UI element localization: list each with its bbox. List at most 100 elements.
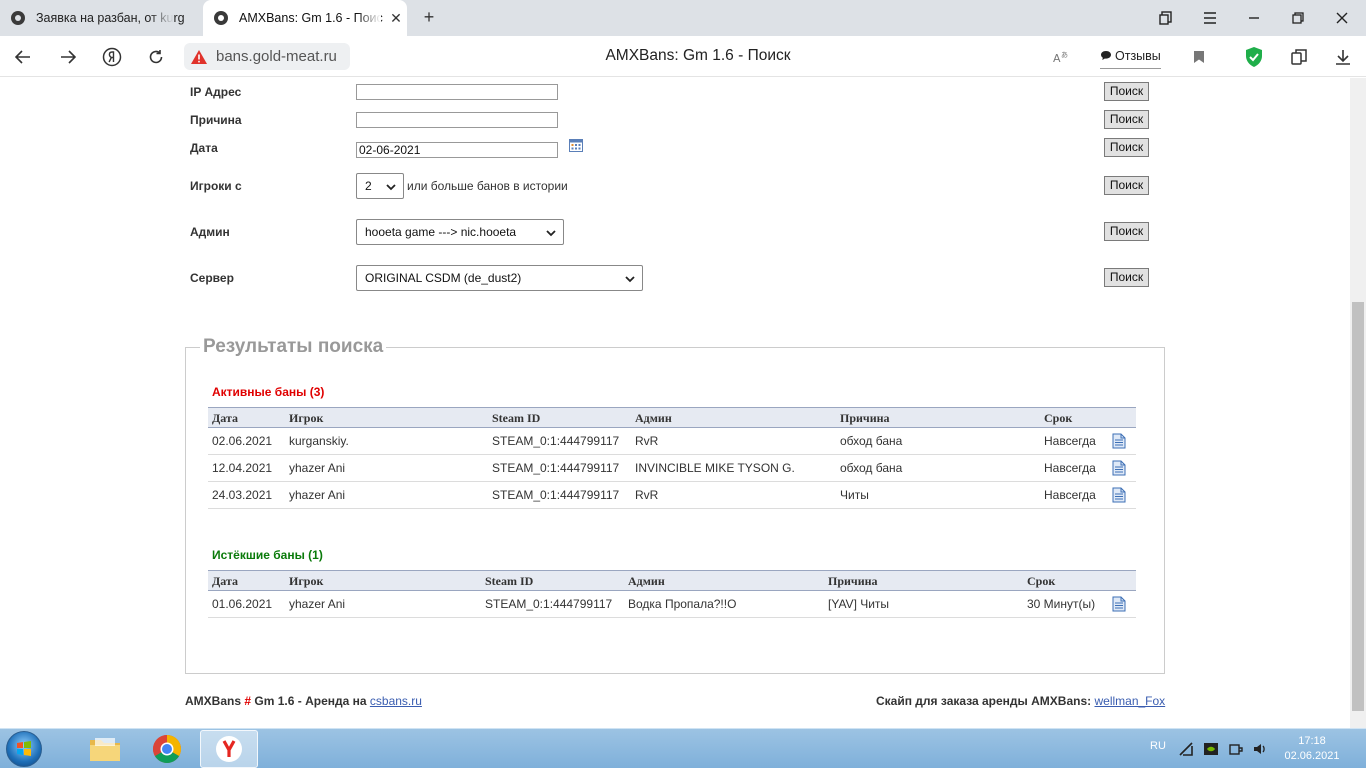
system-clock[interactable]: 17:18 02.06.2021 <box>1283 734 1341 764</box>
insecure-warning-icon[interactable] <box>190 49 208 65</box>
search-row-players: Игроки с 2 или больше банов в истории По… <box>0 173 1350 199</box>
footer-rent-text: Gm 1.6 - Аренда на <box>254 694 367 708</box>
windows-logo-icon <box>17 741 31 756</box>
browser-tab-strip: Заявка на разбан, от kurg AMXBans: Gm 1.… <box>0 0 1366 36</box>
server-value: ORIGINAL CSDM (de_dust2) <box>365 271 522 285</box>
details-document-icon[interactable] <box>1112 596 1126 612</box>
close-window-icon[interactable] <box>1320 0 1364 36</box>
language-indicator[interactable]: RU <box>1150 740 1166 752</box>
tab-amxbans-search[interactable]: AMXBans: Gm 1.6 - Поис ✕ <box>203 0 407 36</box>
svg-text:あ: あ <box>1061 51 1068 59</box>
cell-admin: RvR <box>635 488 659 502</box>
reason-input[interactable] <box>356 112 558 128</box>
table-header: Дата Игрок Steam ID Админ Причина Срок <box>208 407 1136 428</box>
players-count-select[interactable]: 2 <box>356 173 404 199</box>
address-bar[interactable]: bans.gold-meat.ru <box>184 43 350 70</box>
cell-steamid: STEAM_0:1:444799117 <box>485 597 613 611</box>
menu-icon[interactable] <box>1188 0 1232 36</box>
table-row: 24.03.2021 yhazer Ani STEAM_0:1:444799117 R… <box>208 482 1136 509</box>
admin-select[interactable]: hooeta game ---> nic.hooeta <box>356 219 564 245</box>
bookmark-icon[interactable] <box>1186 44 1212 70</box>
active-bans-title: Активные баны (3) <box>212 385 325 399</box>
players-count-value: 2 <box>365 179 372 193</box>
search-reason-button[interactable]: Поиск <box>1104 110 1149 129</box>
cell-date: 24.03.2021 <box>212 488 273 502</box>
nvidia-tray-icon[interactable] <box>1203 741 1219 757</box>
collections-icon[interactable] <box>1286 44 1312 70</box>
skype-contact-link[interactable]: wellman_Fox <box>1094 694 1165 708</box>
search-server-button[interactable]: Поиск <box>1104 268 1149 287</box>
cell-steamid: STEAM_0:1:444799117 <box>492 461 620 475</box>
tabs-overview-icon[interactable] <box>1144 0 1188 36</box>
search-row-ip: IP Адрес Поиск <box>0 82 1350 108</box>
cell-player: kurganskiy. <box>289 434 349 448</box>
start-button[interactable] <box>6 731 42 767</box>
col-date: Дата <box>212 411 238 425</box>
search-row-date: Дата 02-06-2021 Поиск <box>0 138 1350 164</box>
col-term: Срок <box>1044 411 1073 425</box>
protect-shield-icon[interactable] <box>1241 44 1267 70</box>
col-reason: Причина <box>840 411 890 425</box>
search-admin-button[interactable]: Поиск <box>1104 222 1149 241</box>
date-label: Дата <box>190 141 218 155</box>
volume-tray-icon[interactable] <box>1252 741 1268 757</box>
yandex-browser-icon <box>216 736 242 762</box>
clock-time: 17:18 <box>1298 735 1326 747</box>
power-tray-icon[interactable] <box>1228 741 1244 757</box>
taskbar-explorer[interactable] <box>76 730 134 768</box>
csbans-link[interactable]: csbans.ru <box>370 694 422 708</box>
search-ip-button[interactable]: Поиск <box>1104 82 1149 101</box>
network-tray-icon[interactable] <box>1178 741 1194 757</box>
cell-admin: INVINCIBLE MIKE TYSON G. <box>635 461 795 475</box>
reason-label: Причина <box>190 113 242 127</box>
svg-text:A: A <box>1053 52 1061 65</box>
close-tab-icon[interactable]: ✕ <box>385 10 407 27</box>
reload-icon[interactable] <box>143 44 169 70</box>
cell-admin: Водка Пропала?!!O <box>628 597 737 611</box>
taskbar-chrome[interactable] <box>138 730 196 768</box>
cell-date: 02.06.2021 <box>212 434 273 448</box>
ip-input[interactable] <box>356 84 558 100</box>
cell-player: yhazer Ani <box>289 488 346 502</box>
minimize-icon[interactable] <box>1232 0 1276 36</box>
cell-steamid: STEAM_0:1:444799117 <box>492 488 620 502</box>
details-document-icon[interactable] <box>1112 487 1126 503</box>
restore-icon[interactable] <box>1276 0 1320 36</box>
col-reason: Причина <box>828 574 878 588</box>
col-date: Дата <box>212 574 238 588</box>
date-input[interactable]: 02-06-2021 <box>356 142 558 158</box>
search-row-server: Сервер ORIGINAL CSDM (de_dust2) Поиск <box>0 265 1350 291</box>
chevron-down-icon <box>625 276 635 283</box>
chevron-down-icon <box>386 184 396 191</box>
expired-bans-rows: 01.06.2021 yhazer Ani STEAM_0:1:444799117 В… <box>208 591 1136 618</box>
windows-taskbar: RU 17:18 02.06.2021 <box>0 728 1366 768</box>
search-date-button[interactable]: Поиск <box>1104 138 1149 157</box>
admin-label: Админ <box>190 225 230 239</box>
download-icon[interactable] <box>1330 44 1356 70</box>
page-scrollbar[interactable] <box>1350 78 1366 728</box>
cell-term: Навсегда <box>1044 461 1096 475</box>
reviews-button[interactable]: Отзывы <box>1100 43 1161 69</box>
forward-icon[interactable] <box>55 44 81 70</box>
yandex-home-icon[interactable] <box>99 44 125 70</box>
back-icon[interactable] <box>10 44 36 70</box>
cell-player: yhazer Ani <box>289 597 346 611</box>
cell-reason: обход бана <box>840 434 903 448</box>
active-bans-table: Дата Игрок Steam ID Админ Причина Срок 0… <box>208 407 1136 509</box>
active-bans-rows: 02.06.2021 kurganskiy. STEAM_0:1:444799117… <box>208 428 1136 509</box>
col-steamid: Steam ID <box>485 574 534 588</box>
search-players-button[interactable]: Поиск <box>1104 176 1149 195</box>
details-document-icon[interactable] <box>1112 433 1126 449</box>
translate-icon[interactable]: Aあ <box>1048 44 1074 70</box>
calendar-icon[interactable] <box>569 139 583 152</box>
table-row: 01.06.2021 yhazer Ani STEAM_0:1:444799117 В… <box>208 591 1136 618</box>
taskbar-yandex-browser[interactable] <box>200 730 258 768</box>
scrollbar-thumb[interactable] <box>1352 302 1364 711</box>
cell-term: Навсегда <box>1044 488 1096 502</box>
footer-right: Скайп для заказа аренды AMXBans: wellman… <box>876 694 1165 708</box>
server-select[interactable]: ORIGINAL CSDM (de_dust2) <box>356 265 643 291</box>
new-tab-button[interactable]: + <box>417 6 441 30</box>
tab-appeal[interactable]: Заявка на разбан, от kurg <box>0 0 200 36</box>
expired-bans-title: Истёкшие баны (1) <box>212 548 323 562</box>
details-document-icon[interactable] <box>1112 460 1126 476</box>
